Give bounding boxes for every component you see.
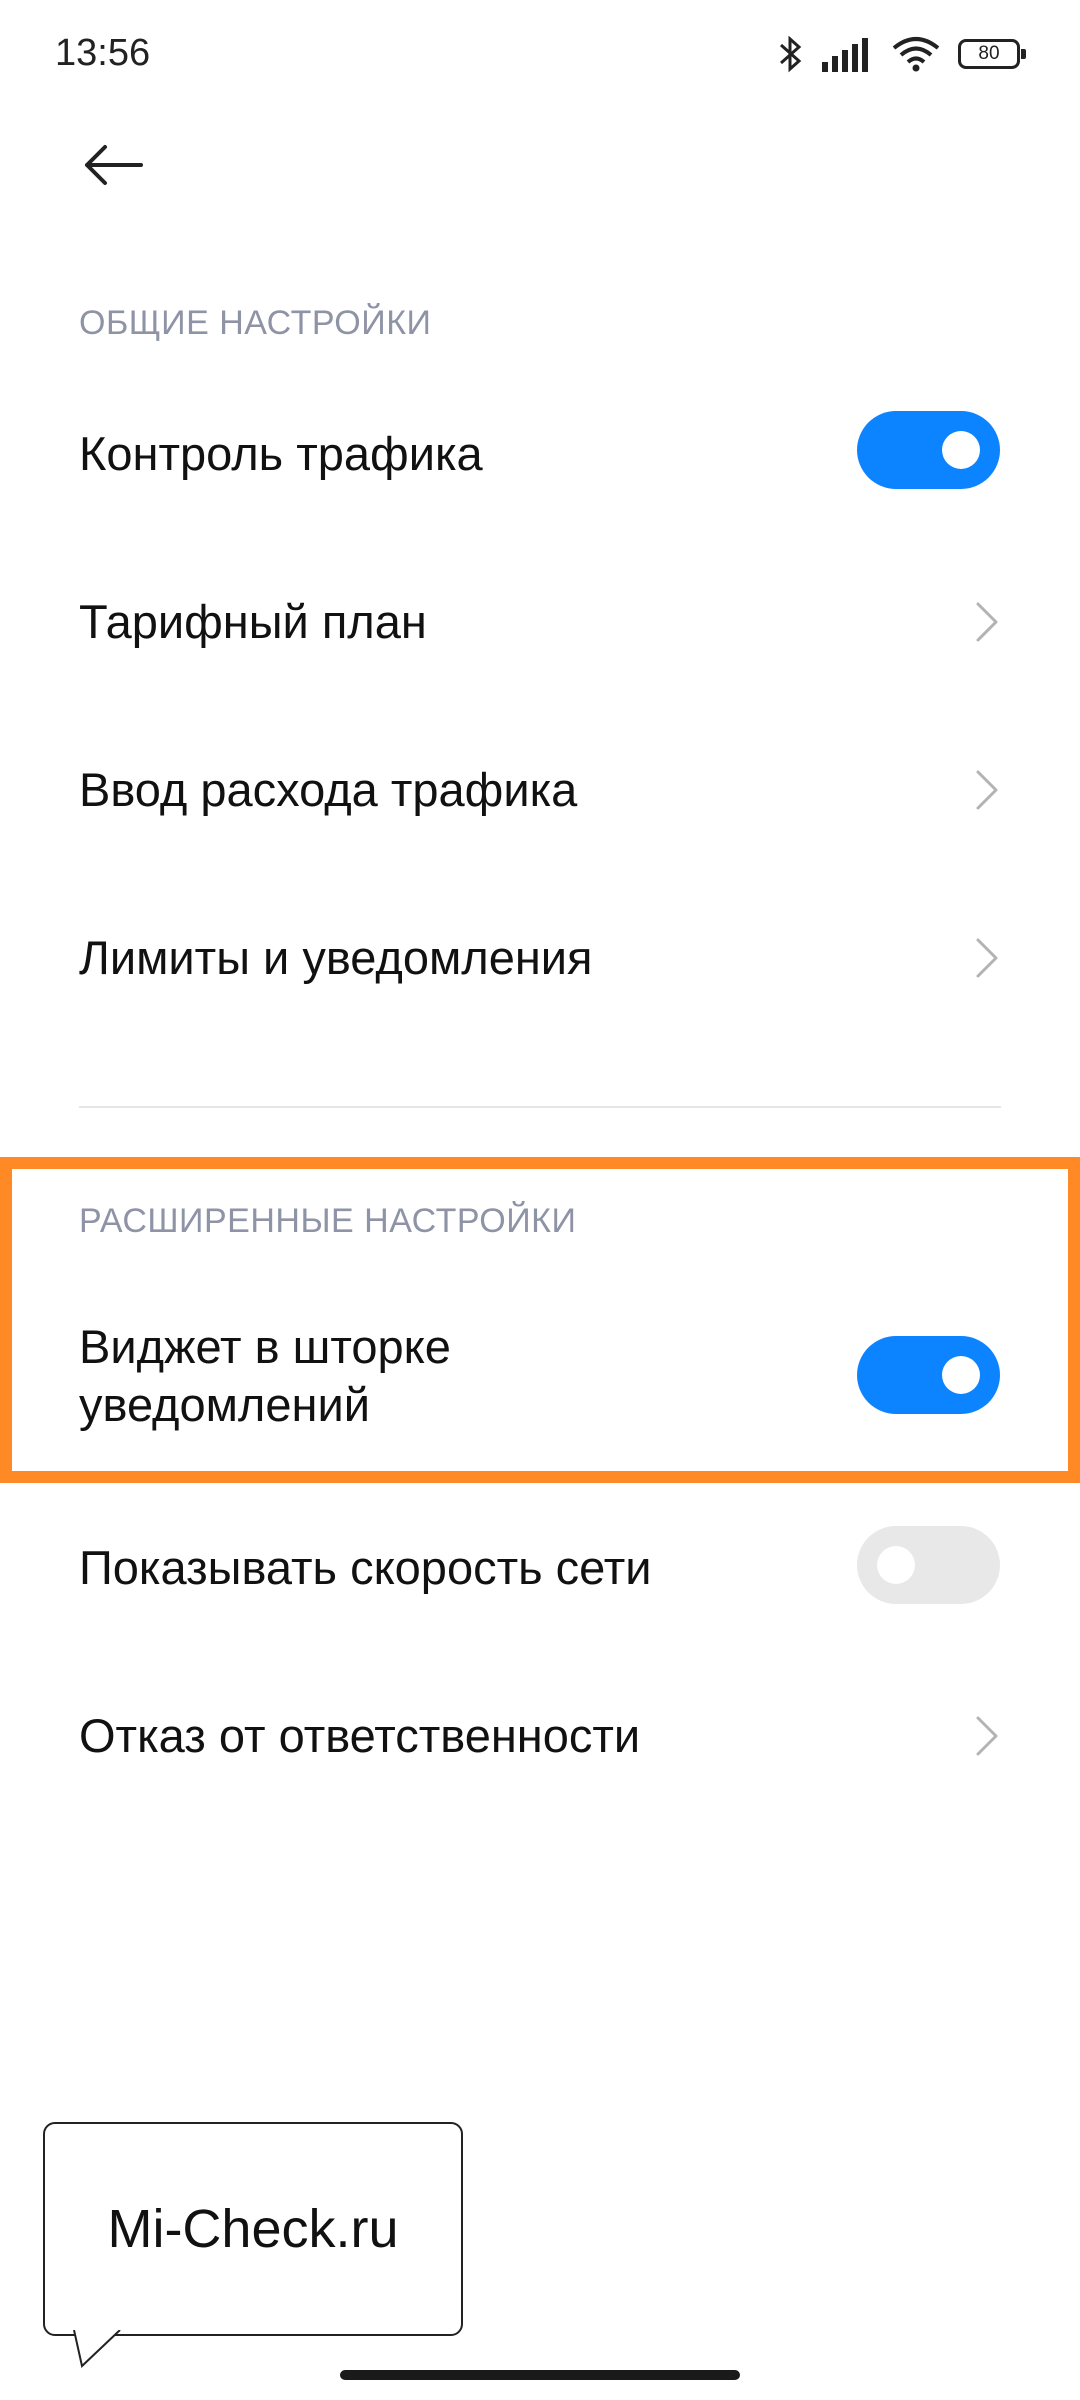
section-title-general: ОБЩИЕ НАСТРОЙКИ bbox=[79, 304, 432, 342]
speech-tail-icon bbox=[73, 2330, 122, 2368]
watermark-bubble: Mi-Check.ru bbox=[43, 2122, 463, 2336]
row-label: Тарифный план bbox=[79, 595, 427, 648]
toggle-knob bbox=[877, 1546, 915, 1584]
home-indicator[interactable] bbox=[340, 2370, 740, 2380]
row-label: Лимиты и уведомления bbox=[79, 931, 593, 984]
row-limits-notifications[interactable]: Лимиты и уведомления bbox=[0, 878, 1080, 1038]
watermark-text: Mi-Check.ru bbox=[107, 2199, 399, 2259]
row-network-speed[interactable]: Показывать скорость сети bbox=[0, 1488, 1080, 1648]
bluetooth-icon bbox=[780, 35, 802, 73]
section-divider bbox=[79, 1106, 1001, 1108]
status-bar: 13:56 80 bbox=[0, 0, 1080, 110]
row-tariff-plan[interactable]: Тарифный план bbox=[0, 542, 1080, 702]
toggle-knob bbox=[942, 431, 980, 469]
wifi-icon bbox=[892, 37, 940, 72]
chevron-right-icon bbox=[976, 938, 998, 978]
row-disclaimer[interactable]: Отказ от ответственности bbox=[0, 1656, 1080, 1816]
row-traffic-control[interactable]: Контроль трафика bbox=[0, 374, 1080, 534]
row-label: Отказ от ответственности bbox=[79, 1709, 641, 1762]
chevron-right-icon bbox=[976, 770, 998, 810]
row-label: Ввод расхода трафика bbox=[79, 763, 578, 816]
battery-level: 80 bbox=[978, 43, 1000, 64]
battery-icon: 80 bbox=[958, 39, 1026, 69]
back-arrow-icon bbox=[85, 145, 143, 185]
traffic-control-toggle[interactable] bbox=[857, 411, 1000, 489]
chevron-right-icon bbox=[976, 602, 998, 642]
highlight-frame bbox=[0, 1157, 1080, 1483]
signal-icon bbox=[822, 38, 868, 72]
row-label: Показывать скорость сети bbox=[79, 1541, 652, 1594]
chevron-right-icon bbox=[976, 1716, 998, 1756]
row-label: Контроль трафика bbox=[79, 427, 483, 480]
status-icons: 80 bbox=[778, 34, 1026, 74]
row-traffic-input[interactable]: Ввод расхода трафика bbox=[0, 710, 1080, 870]
back-button[interactable] bbox=[78, 130, 148, 200]
status-time: 13:56 bbox=[55, 32, 151, 74]
network-speed-toggle[interactable] bbox=[857, 1526, 1000, 1604]
